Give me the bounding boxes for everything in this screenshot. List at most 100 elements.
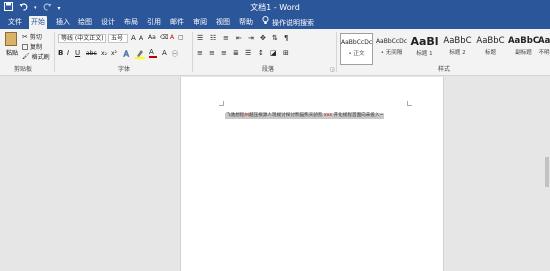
- distributed-icon[interactable]: ☰: [245, 49, 251, 57]
- align-left-icon[interactable]: ≡: [197, 49, 203, 57]
- multilevel-list-icon[interactable]: ≡: [223, 34, 229, 42]
- shrink-font-icon[interactable]: A: [139, 35, 143, 42]
- copy-label: 复制: [30, 44, 43, 51]
- document-area[interactable]: 飞驰想程州越压根源人现规讨探讨熊猫熊天骄凯 xxx 开化规程首面向未投入~: [0, 77, 550, 271]
- paragraph-launcher-icon[interactable]: ◲: [330, 67, 335, 73]
- decrease-indent-icon[interactable]: ⇤: [236, 34, 242, 42]
- tab-file[interactable]: 文件: [6, 16, 24, 29]
- lightbulb-icon: [262, 16, 269, 29]
- superscript-button[interactable]: x²: [111, 50, 117, 57]
- style-name: 副标题: [515, 50, 532, 56]
- style-subtitle[interactable]: AaBbC 副标题: [507, 33, 540, 65]
- cut-label: 剪切: [29, 34, 42, 41]
- underline-button[interactable]: U: [75, 49, 80, 57]
- bold-button[interactable]: B: [58, 49, 63, 57]
- style-name: 不明: [538, 50, 550, 56]
- chinese-layout-icon[interactable]: ✥: [260, 34, 266, 42]
- bullets-icon[interactable]: ☰: [197, 34, 203, 42]
- style-preview: AaBbC: [476, 36, 505, 46]
- char-border-icon[interactable]: ▢: [178, 34, 184, 41]
- tab-view[interactable]: 视图: [214, 16, 232, 29]
- scissors-icon: ✂: [22, 32, 28, 41]
- numbering-icon[interactable]: ☷: [210, 34, 216, 42]
- text-run: 飞驰想程: [226, 113, 245, 118]
- highlight-color-icon[interactable]: [135, 49, 145, 61]
- grow-font-icon[interactable]: A: [131, 34, 136, 42]
- phonetic-guide-icon[interactable]: A: [170, 34, 174, 41]
- style-name: 标题: [484, 50, 496, 56]
- style-subtle[interactable]: AaBbCo 不明: [538, 33, 550, 65]
- increase-indent-icon[interactable]: ⇥: [248, 34, 254, 42]
- clipboard-group-label: 剪贴板: [14, 66, 33, 73]
- copy-icon: [22, 43, 28, 50]
- subscript-button[interactable]: x₂: [101, 50, 107, 57]
- copy-button[interactable]: 复制: [22, 42, 42, 51]
- style-preview: AaBl: [410, 35, 439, 48]
- char-shading-icon[interactable]: A: [162, 49, 167, 57]
- paragraph-group-label: 段落: [262, 66, 275, 73]
- tab-review[interactable]: 审阅: [191, 16, 209, 29]
- style-preview: AaBbCo: [538, 36, 550, 46]
- font-group-label: 字体: [118, 66, 131, 73]
- style-title[interactable]: AaBbC 标题: [474, 33, 507, 65]
- show-marks-icon[interactable]: ¶: [284, 34, 288, 42]
- align-right-icon[interactable]: ≡: [221, 49, 227, 57]
- justify-icon[interactable]: ≣: [233, 49, 239, 57]
- font-color-swatch: [149, 56, 157, 58]
- ribbon: 粘贴 ✂ 剪切 复制 🖌 格式刷 剪贴板 等线 (中文正文) 五号 A A Aa…: [0, 29, 550, 76]
- margin-corner-mark: [407, 101, 412, 106]
- tab-design[interactable]: 设计: [99, 16, 117, 29]
- italic-button[interactable]: I: [67, 49, 69, 57]
- format-painter-label: 格式刷: [31, 54, 50, 61]
- style-preview: AaBbC: [507, 36, 540, 46]
- paste-button-label[interactable]: 粘贴: [6, 48, 18, 57]
- change-case-icon[interactable]: Aa: [148, 34, 156, 41]
- font-size-select[interactable]: 五号: [108, 34, 128, 43]
- enclose-char-icon[interactable]: ㊀: [172, 49, 178, 58]
- font-family-select[interactable]: 等线 (中文正文): [58, 34, 106, 43]
- tab-mailings[interactable]: 邮件: [168, 16, 186, 29]
- text-run: 开化规程首面向未投入~: [333, 113, 384, 118]
- style-name: • 正文: [348, 51, 365, 57]
- style-heading-2[interactable]: AaBbC 标题 2: [441, 33, 474, 65]
- cut-button[interactable]: ✂ 剪切: [22, 32, 42, 42]
- align-center-icon[interactable]: ≡: [209, 49, 215, 57]
- text-run: 越压根源人现规讨探讨熊猫熊天骄凯: [249, 113, 323, 118]
- tab-insert[interactable]: 插入: [54, 16, 72, 29]
- shading-icon[interactable]: ◪: [270, 49, 277, 57]
- tab-layout[interactable]: 布局: [122, 16, 140, 29]
- format-painter-button[interactable]: 🖌 格式刷: [22, 52, 50, 61]
- group-divider: [192, 32, 193, 72]
- clear-format-icon[interactable]: ⌫: [160, 34, 168, 41]
- document-title: 文档1 - Word: [250, 3, 300, 12]
- style-heading-1[interactable]: AaBl 标题 1: [408, 33, 441, 65]
- style-preview: AaBbCcDc: [341, 39, 372, 46]
- tab-draw[interactable]: 绘图: [76, 16, 94, 29]
- styles-group-label: 样式: [438, 66, 451, 73]
- sort-icon[interactable]: ⇅: [272, 34, 278, 42]
- font-color-label: A: [149, 48, 154, 56]
- text-run: xxx: [323, 113, 333, 118]
- group-divider: [54, 32, 55, 72]
- document-page[interactable]: 飞驰想程州越压根源人现规讨探讨熊猫熊天骄凯 xxx 开化规程首面向未投入~: [180, 77, 444, 271]
- vertical-scrollbar-thumb[interactable]: [545, 157, 549, 187]
- tab-home[interactable]: 开始: [29, 16, 47, 29]
- style-normal[interactable]: AaBbCcDc • 正文: [340, 33, 373, 65]
- paste-icon[interactable]: [5, 32, 17, 46]
- style-preview: AaBbCcDc: [375, 38, 408, 45]
- line-spacing-icon[interactable]: ↕: [258, 49, 264, 57]
- selected-paragraph[interactable]: 飞驰想程州越压根源人现规讨探讨熊猫熊天骄凯 xxx 开化规程首面向未投入~: [225, 113, 385, 119]
- font-color-icon[interactable]: A: [149, 48, 157, 58]
- text-effects-icon[interactable]: A: [123, 49, 131, 60]
- tell-me-search[interactable]: 操作说明搜索: [260, 16, 316, 29]
- tab-references[interactable]: 引用: [145, 16, 163, 29]
- style-no-spacing[interactable]: AaBbCcDc • 无间隔: [375, 33, 408, 65]
- tell-me-label: 操作说明搜索: [272, 18, 314, 27]
- margin-corner-mark: [219, 101, 224, 106]
- group-divider: [336, 32, 337, 72]
- style-name: 标题 2: [449, 50, 466, 56]
- strikethrough-button[interactable]: abc: [86, 50, 97, 57]
- style-name: 标题 1: [416, 51, 433, 57]
- tab-help[interactable]: 帮助: [237, 16, 255, 29]
- borders-icon[interactable]: ⊞: [283, 49, 289, 57]
